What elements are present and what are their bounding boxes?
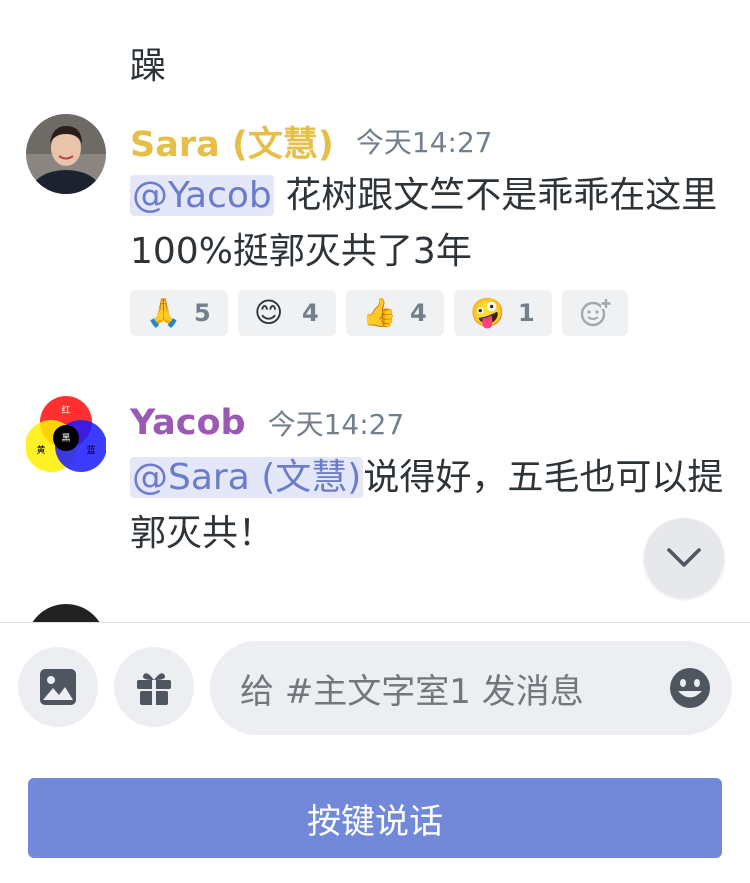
reaction-count: 1 [518, 299, 535, 327]
reaction-count: 5 [194, 299, 211, 327]
smiling-face-icon: 😊 [254, 296, 284, 329]
chevron-down-icon [667, 548, 701, 567]
avatar[interactable] [26, 604, 106, 622]
avatar[interactable] [26, 114, 106, 194]
add-reaction-icon [580, 299, 611, 327]
avatar[interactable]: 红 黄 蓝 黑 [25, 396, 107, 476]
reaction-count: 4 [302, 299, 319, 327]
message-input-placeholder: 给 #主文字室1 发消息 [240, 671, 584, 712]
emoji-icon[interactable] [668, 666, 712, 710]
reaction-button[interactable]: 🙏 5 [130, 290, 228, 336]
previous-message-text: 躁 [130, 46, 167, 87]
gift-icon [137, 673, 171, 705]
reaction-count: 4 [410, 299, 427, 327]
message-timestamp: 今天14:27 [267, 408, 405, 441]
scroll-to-bottom-button[interactable] [644, 518, 724, 598]
avatar-label-right: 蓝 [86, 444, 95, 456]
reactions-bar: 🙏 5 😊 4 👍 4 🤪 1 [130, 290, 730, 336]
zany-face-icon: 🤪 [470, 296, 505, 329]
avatar-label-top: 红 [61, 404, 70, 416]
avatar-label-left: 黄 [36, 444, 45, 456]
message-content: @Sara (文慧)说得好，五毛也可以提郭灭共！ [130, 457, 724, 554]
reaction-button[interactable]: 😊 4 [238, 290, 336, 336]
reaction-button[interactable]: 🤪 1 [454, 290, 552, 336]
add-reaction-button[interactable] [562, 290, 628, 336]
user-mention[interactable]: @Sara (文慧) [130, 457, 364, 498]
folded-hands-icon: 🙏 [146, 296, 181, 329]
message-content: @Yacob 花树跟文竺不是乖乖在这里100%挺郭灭共了3年 [130, 175, 718, 272]
avatar-label-center: 黑 [61, 433, 70, 444]
attach-image-button[interactable] [18, 647, 98, 727]
message-composer: 给 #主文字室1 发消息 按键说话 [0, 622, 750, 883]
message-timestamp: 今天14:27 [355, 126, 493, 159]
message-input[interactable]: 给 #主文字室1 发消息 [210, 641, 732, 735]
image-icon [40, 669, 76, 705]
gift-button[interactable] [114, 647, 194, 727]
author-name[interactable]: Sara (文慧) [130, 116, 334, 167]
push-to-talk-button[interactable]: 按键说话 [28, 778, 722, 858]
thumbs-up-icon: 👍 [362, 296, 397, 329]
message-list[interactable]: 躁 Sara (文慧) 今天14:27 @Yacob 花树跟文竺不是乖乖在这里1… [0, 0, 750, 622]
user-mention[interactable]: @Yacob [130, 175, 274, 216]
author-name[interactable]: Yacob [130, 403, 246, 443]
reaction-button[interactable]: 👍 4 [346, 290, 444, 336]
